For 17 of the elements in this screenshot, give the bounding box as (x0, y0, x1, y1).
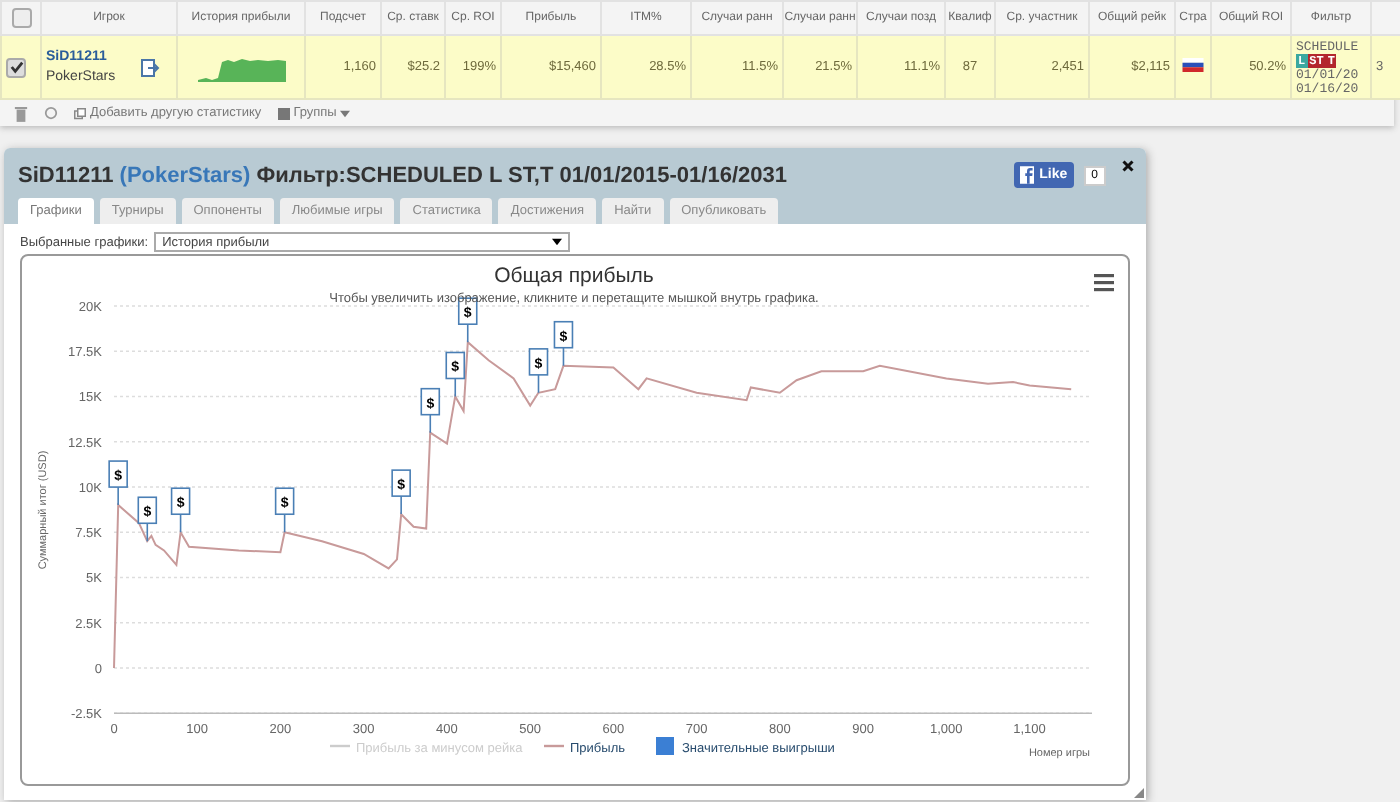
caret-icon (552, 238, 563, 246)
select-all-checkbox[interactable] (11, 8, 31, 28)
refresh-icon[interactable] (44, 106, 58, 120)
copy-icon (74, 107, 86, 119)
facebook-icon (1019, 166, 1034, 184)
trash-icon[interactable] (14, 105, 28, 121)
resize-grip-icon[interactable] (1134, 788, 1144, 798)
dialog-title: SiD11211 (PokerStars) Фильтр:SCHEDULED L ST,T 01/01/2015-01/16/2031 (18, 163, 789, 187)
menu-icon[interactable] (1094, 274, 1114, 292)
row-checkbox[interactable] (6, 57, 26, 77)
export-icon[interactable] (140, 57, 160, 77)
chart-title: Общая прибыль (494, 264, 654, 288)
caret-icon (340, 109, 351, 117)
grid-icon (277, 107, 290, 119)
russia-flag-icon (1182, 58, 1204, 72)
close-icon[interactable] (1122, 160, 1134, 172)
sparkline-drawing (197, 53, 285, 81)
